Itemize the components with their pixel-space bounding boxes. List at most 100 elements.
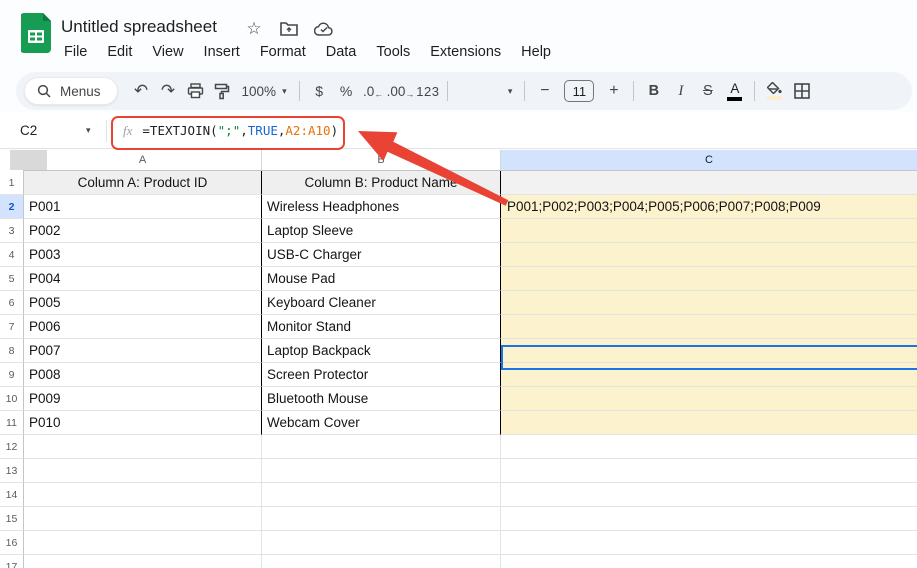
row-header-16[interactable]: 16 xyxy=(0,531,24,555)
cell-C11[interactable] xyxy=(501,411,917,435)
formula-input[interactable]: =TEXTJOIN(";",TRUE,A2:A10) xyxy=(142,123,338,138)
cell-B13[interactable] xyxy=(262,459,501,483)
menu-data[interactable]: Data xyxy=(316,42,367,62)
cell-A15[interactable] xyxy=(24,507,262,531)
menu-file[interactable]: File xyxy=(54,42,97,62)
cell-A3[interactable]: P002 xyxy=(24,219,262,243)
cell-C7[interactable] xyxy=(501,315,917,339)
cell-A5[interactable]: P004 xyxy=(24,267,262,291)
row-header-17[interactable]: 17 xyxy=(0,555,24,568)
cell-B15[interactable] xyxy=(262,507,501,531)
fill-color-button[interactable] xyxy=(761,77,788,105)
italic-button[interactable]: I xyxy=(667,77,694,105)
cell-C2[interactable]: P001;P002;P003;P004;P005;P006;P007;P008;… xyxy=(501,195,917,219)
cell-B10[interactable]: Bluetooth Mouse xyxy=(262,387,501,411)
row-header-8[interactable]: 8 xyxy=(0,339,24,363)
print-button[interactable] xyxy=(182,77,209,105)
row-header-1[interactable]: 1 xyxy=(0,171,24,195)
redo-button[interactable]: ↷ xyxy=(155,77,182,105)
row-header-4[interactable]: 4 xyxy=(0,243,24,267)
menu-extensions[interactable]: Extensions xyxy=(420,42,511,62)
cell-C12[interactable] xyxy=(501,435,917,459)
cell-A1[interactable]: Column A: Product ID xyxy=(24,171,262,195)
cell-B12[interactable] xyxy=(262,435,501,459)
row-header-6[interactable]: 6 xyxy=(0,291,24,315)
menus-search-button[interactable]: Menus xyxy=(24,77,118,105)
row-header-14[interactable]: 14 xyxy=(0,483,24,507)
increase-decimal-button[interactable]: .00→ xyxy=(387,77,415,105)
cell-C10[interactable] xyxy=(501,387,917,411)
cell-A10[interactable]: P009 xyxy=(24,387,262,411)
decrease-font-size-button[interactable]: − xyxy=(531,77,558,105)
select-all-corner[interactable] xyxy=(0,150,24,171)
cell-A13[interactable] xyxy=(24,459,262,483)
cell-C5[interactable] xyxy=(501,267,917,291)
menu-help[interactable]: Help xyxy=(511,42,561,62)
cell-B14[interactable] xyxy=(262,483,501,507)
row-header-12[interactable]: 12 xyxy=(0,435,24,459)
column-header-c[interactable]: C xyxy=(501,150,917,170)
cloud-saved-icon[interactable] xyxy=(314,19,334,39)
borders-button[interactable] xyxy=(788,77,815,105)
row-header-13[interactable]: 13 xyxy=(0,459,24,483)
text-color-button[interactable]: A xyxy=(721,77,748,105)
row-header-10[interactable]: 10 xyxy=(0,387,24,411)
chevron-down-icon[interactable]: ▾ xyxy=(86,125,106,136)
cell-C6[interactable] xyxy=(501,291,917,315)
cell-B8[interactable]: Laptop Backpack xyxy=(262,339,501,363)
menu-insert[interactable]: Insert xyxy=(194,42,250,62)
cell-C16[interactable] xyxy=(501,531,917,555)
cell-A2[interactable]: P001 xyxy=(24,195,262,219)
increase-font-size-button[interactable]: + xyxy=(600,77,627,105)
row-header-15[interactable]: 15 xyxy=(0,507,24,531)
undo-button[interactable]: ↶ xyxy=(128,77,155,105)
cell-B16[interactable] xyxy=(262,531,501,555)
font-size-input[interactable]: 11 xyxy=(564,80,594,102)
cell-A12[interactable] xyxy=(24,435,262,459)
cell-C8[interactable] xyxy=(501,339,917,363)
cell-A8[interactable]: P007 xyxy=(24,339,262,363)
cell-A17[interactable] xyxy=(24,555,262,568)
strikethrough-button[interactable]: S xyxy=(694,77,721,105)
cell-C9[interactable] xyxy=(501,363,917,387)
row-header-3[interactable]: 3 xyxy=(0,219,24,243)
cell-A14[interactable] xyxy=(24,483,262,507)
document-title[interactable]: Untitled spreadsheet xyxy=(61,17,217,37)
cell-B5[interactable]: Mouse Pad xyxy=(262,267,501,291)
cell-A11[interactable]: P010 xyxy=(24,411,262,435)
cell-B6[interactable]: Keyboard Cleaner xyxy=(262,291,501,315)
row-header-11[interactable]: 11 xyxy=(0,411,24,435)
menu-tools[interactable]: Tools xyxy=(366,42,420,62)
row-header-7[interactable]: 7 xyxy=(0,315,24,339)
font-family-dropdown[interactable]: ▾ xyxy=(454,86,518,97)
paint-format-button[interactable] xyxy=(209,77,236,105)
cell-B3[interactable]: Laptop Sleeve xyxy=(262,219,501,243)
menu-edit[interactable]: Edit xyxy=(97,42,142,62)
move-to-folder-icon[interactable] xyxy=(279,19,299,39)
cell-C4[interactable] xyxy=(501,243,917,267)
cell-C17[interactable] xyxy=(501,555,917,568)
cell-B9[interactable]: Screen Protector xyxy=(262,363,501,387)
cell-B2[interactable]: Wireless Headphones xyxy=(262,195,501,219)
cell-A9[interactable]: P008 xyxy=(24,363,262,387)
currency-format-button[interactable]: $ xyxy=(306,77,333,105)
column-header-a[interactable]: A xyxy=(24,150,262,170)
cell-A6[interactable]: P005 xyxy=(24,291,262,315)
cell-C3[interactable] xyxy=(501,219,917,243)
decrease-decimal-button[interactable]: .0← xyxy=(360,77,387,105)
cell-C15[interactable] xyxy=(501,507,917,531)
cell-B11[interactable]: Webcam Cover xyxy=(262,411,501,435)
cell-A7[interactable]: P006 xyxy=(24,315,262,339)
star-icon[interactable]: ☆ xyxy=(244,19,264,39)
cell-C14[interactable] xyxy=(501,483,917,507)
menu-view[interactable]: View xyxy=(142,42,193,62)
number-format-button[interactable]: 123 xyxy=(414,77,441,105)
column-header-b[interactable]: B xyxy=(262,150,501,170)
row-header-5[interactable]: 5 xyxy=(0,267,24,291)
cell-B4[interactable]: USB-C Charger xyxy=(262,243,501,267)
name-box[interactable]: C2 xyxy=(0,123,86,138)
cell-C1[interactable] xyxy=(501,171,917,195)
bold-button[interactable]: B xyxy=(640,77,667,105)
row-header-2[interactable]: 2 xyxy=(0,195,24,219)
cell-B17[interactable] xyxy=(262,555,501,568)
